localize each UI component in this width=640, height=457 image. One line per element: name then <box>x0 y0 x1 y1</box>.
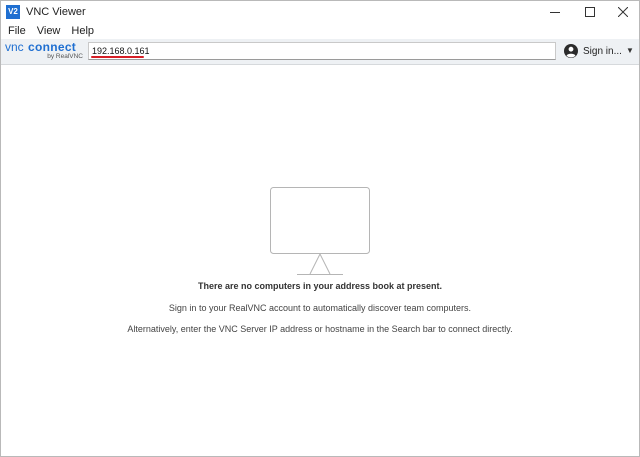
search-text-underline <box>91 56 144 58</box>
chevron-down-icon[interactable]: ▼ <box>626 46 634 55</box>
empty-state-search-hint: Alternatively, enter the VNC Server IP a… <box>127 324 513 334</box>
address-book-area: There are no computers in your address b… <box>1 65 639 456</box>
sign-in-button[interactable]: Sign in... ▼ <box>564 42 636 60</box>
search-input[interactable] <box>92 44 547 57</box>
minimize-icon <box>550 12 560 13</box>
close-icon <box>618 7 628 17</box>
toolbar: vnc connect by RealVNC Sign in... ▼ <box>1 39 639 65</box>
minimize-button[interactable] <box>538 1 572 23</box>
menu-file[interactable]: File <box>8 25 26 37</box>
vnc-connect-logo: vnc connect by RealVNC <box>5 40 85 62</box>
menu-view[interactable]: View <box>37 25 61 37</box>
svg-text:vnc: vnc <box>5 40 24 54</box>
app-icon: V2 <box>6 5 20 19</box>
logo-byline: by RealVNC <box>47 53 83 60</box>
monitor-icon <box>270 187 370 275</box>
menu-bar: File View Help <box>1 23 639 39</box>
title-bar: V2 VNC Viewer <box>1 1 639 23</box>
search-bar[interactable] <box>88 42 556 60</box>
vnc-connect-logo-mark: vnc connect <box>5 40 76 54</box>
svg-text:connect: connect <box>28 40 76 54</box>
window-title: VNC Viewer <box>26 6 86 18</box>
user-icon <box>564 44 578 58</box>
sign-in-label: Sign in... <box>583 45 622 57</box>
close-button[interactable] <box>606 1 639 23</box>
maximize-icon <box>585 7 595 17</box>
vnc-viewer-window: V2 VNC Viewer File View Help vnc connect… <box>0 0 640 457</box>
empty-state-signin-hint: Sign in to your RealVNC account to autom… <box>168 303 472 313</box>
maximize-button[interactable] <box>573 1 607 23</box>
menu-help[interactable]: Help <box>71 25 94 37</box>
empty-state-title: There are no computers in your address b… <box>197 281 443 291</box>
